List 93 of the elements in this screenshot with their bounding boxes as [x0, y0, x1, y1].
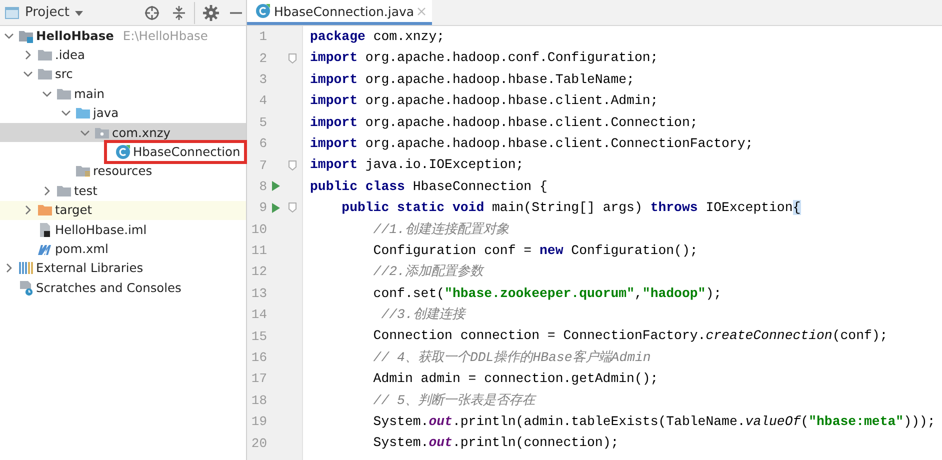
tree-label: main [74, 86, 104, 101]
code-line: //3.创建连接 [380, 306, 468, 324]
tree-label: External Libraries [36, 261, 144, 276]
line-number: 16 [250, 350, 267, 366]
folder-icon [37, 47, 53, 64]
line-number: 20 [250, 436, 267, 451]
line-number: 13 [250, 286, 267, 301]
tree-label: com.xnzy [112, 126, 170, 140]
minimize-icon [230, 12, 242, 14]
code-line: Connection connection = ConnectionFactory.createConnection(conf); [372, 327, 889, 346]
tree-label: java [93, 106, 119, 120]
line-number: 15 [250, 328, 267, 344]
scratch-file-icon [18, 280, 34, 296]
line-number: 7 [258, 158, 267, 173]
tree-label: HelloHbase [36, 28, 114, 43]
line-number: 1 [258, 29, 267, 44]
file-tab[interactable]: HbaseConnection.java [247, 0, 432, 25]
code-line: Admin admin = connection.getAdmin(); [372, 370, 660, 388]
line-number: 11 [250, 243, 267, 258]
locate-icon [144, 4, 160, 20]
line-number: 18 [250, 392, 267, 408]
settings-icon [203, 4, 219, 20]
fold-marker-icon[interactable] [288, 52, 296, 64]
code-line: public static void main(String[] args) throws IOException{ [340, 199, 802, 218]
code-line: import org.apache.hadoop.conf.Configuration; [310, 49, 660, 68]
code-line: //2.添加配置参数 [372, 263, 486, 282]
code-line: import org.apache.hadoop.hbase.TableName; [310, 70, 636, 89]
code-line: // 4、获取一个DDL操作的HBase客户端Admin [372, 348, 652, 367]
line-number: 17 [250, 371, 267, 386]
line-number: 12 [250, 264, 267, 280]
project-view-dropdown[interactable]: Project [0, 5, 84, 20]
path-hint: E:\HelloHbase [122, 28, 208, 43]
collapse-icon [171, 4, 187, 20]
folder-icon [37, 202, 53, 218]
tree-item[interactable]: .idea [0, 45, 246, 65]
line-number: 14 [250, 307, 267, 322]
tree-label: pom.xml [55, 242, 108, 256]
line-number: 10 [250, 222, 267, 237]
tree-item[interactable]: resources [0, 162, 246, 182]
tree-label: src [55, 67, 73, 82]
code-line: System.out.println(connection); [372, 434, 620, 452]
code-line: public class HbaseConnection { [310, 178, 548, 196]
tree-label: test [74, 184, 98, 198]
line-number: 5 [258, 114, 267, 130]
tree-label: target [55, 203, 92, 218]
code-line: import java.io.IOException; [310, 156, 525, 174]
tree-item[interactable]: Scratches and Consoles [0, 278, 246, 298]
tree-label: HbaseConnection [133, 145, 240, 160]
code-line: System.out.println(admin.tableExists(TableName.valueOf("hbase:meta"))); [372, 413, 936, 432]
code-line: import org.apache.hadoop.hbase.client.ConnectionFactory; [310, 134, 754, 153]
folder-icon [37, 66, 53, 82]
tree-item[interactable]: com.xnzy [0, 122, 246, 142]
run-icon[interactable] [271, 180, 281, 192]
line-number: 9 [258, 200, 267, 216]
folder-icon [75, 105, 91, 122]
fold-marker-icon[interactable] [288, 202, 296, 214]
code-line: package com.xnzy; [310, 28, 446, 46]
line-number: 3 [258, 72, 267, 87]
resources-folder-icon [75, 163, 91, 180]
code-line: //1.创建连接配置对象 [372, 220, 510, 239]
line-number: 8 [258, 178, 267, 194]
code-line: conf.set("hbase.zookeeper.quorum","hadoop"); [372, 284, 723, 303]
tree-item[interactable]: main [0, 84, 246, 104]
tree-item[interactable]: target [0, 200, 246, 220]
close-icon [417, 6, 426, 16]
tree-item[interactable]: HelloHbase.iml [0, 220, 246, 240]
library-bars-icon [18, 260, 34, 276]
tree-item[interactable]: HelloHbase E:\HelloHbase [0, 26, 246, 46]
tree-label: HelloHbase.iml [55, 222, 147, 237]
tree-item[interactable]: src [0, 64, 246, 84]
line-number: 4 [258, 93, 267, 108]
tree-label: resources [93, 164, 152, 178]
run-icon[interactable] [271, 202, 281, 214]
file-icon [37, 222, 53, 238]
line-number: 6 [258, 136, 267, 152]
code-line: // 5、判断一张表是否存在 [372, 392, 538, 410]
tree-label: Scratches and Consoles [36, 280, 182, 295]
tree-item[interactable]: External Libraries [0, 258, 246, 278]
class-icon [115, 144, 131, 160]
tree-item[interactable]: pom.xml [0, 239, 246, 259]
caret-icon [74, 8, 84, 16]
tree-item[interactable]: HbaseConnection [0, 142, 246, 162]
tree-item[interactable]: java [0, 104, 246, 123]
tree-label: .idea [55, 48, 85, 62]
window-icon [4, 6, 20, 20]
line-number: 2 [258, 50, 267, 66]
code-line: import org.apache.hadoop.hbase.client.Admin; [310, 92, 660, 110]
line-number: 19 [250, 414, 267, 430]
code-line: import org.apache.hadoop.hbase.client.Connection; [310, 114, 699, 132]
fold-marker-icon[interactable] [288, 160, 296, 171]
code-line: Configuration conf = new Configuration(); [372, 242, 699, 260]
tree-item[interactable]: test [0, 181, 246, 201]
class-icon [255, 3, 271, 19]
